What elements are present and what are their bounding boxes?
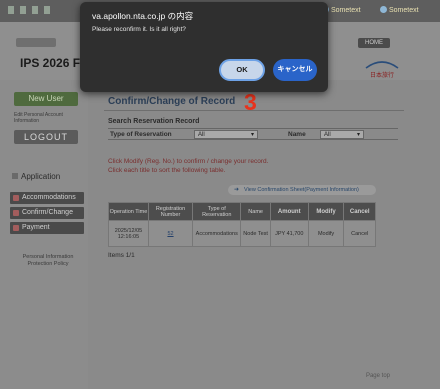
name-select[interactable]: All ▾ xyxy=(320,130,364,139)
cell-type: Accommodations xyxy=(192,220,242,247)
cancel-record-button[interactable]: Cancel xyxy=(343,220,376,247)
col-modify: Modify xyxy=(307,202,345,221)
top-link-2[interactable]: Sometext xyxy=(380,6,419,14)
header-small-button[interactable] xyxy=(16,38,56,47)
cell-registration-number[interactable]: 52 xyxy=(147,220,194,247)
col-cancel: Cancel xyxy=(343,202,376,221)
modify-button[interactable]: Modify xyxy=(307,220,345,247)
main-content: Confirm/Change of Record Search Reservat… xyxy=(94,80,440,389)
cell-name: Node Test xyxy=(240,220,271,247)
note-modify: Click Modify (Reg. No.) to confirm / cha… xyxy=(108,158,269,165)
sidebar xyxy=(0,80,88,389)
note-sort: Click each title to sort the following t… xyxy=(108,167,226,174)
search-filter-row: Type of Reservation All ▾ Name All ▾ xyxy=(108,128,398,140)
col-amount[interactable]: Amount xyxy=(269,202,309,221)
chevron-down-icon: ▾ xyxy=(356,132,360,138)
col-registration-number[interactable]: Registration Number xyxy=(147,202,194,221)
instructions: Click Modify (Reg. No.) to confirm / cha… xyxy=(108,157,268,175)
type-select[interactable]: All ▾ xyxy=(194,130,258,139)
sidebar-item-accommodations[interactable]: Accommodations xyxy=(10,192,84,204)
registration-number-link[interactable]: 52 xyxy=(167,231,173,237)
name-label: Name xyxy=(288,131,306,138)
type-label: Type of Reservation xyxy=(110,131,172,138)
col-type[interactable]: Type of Reservation xyxy=(192,202,242,221)
brand-stripes xyxy=(8,6,56,14)
sidebar-item-confirm-change[interactable]: Confirm/Change xyxy=(10,207,84,219)
company-logo-text: 日本旅行 xyxy=(370,71,394,79)
col-operation-time[interactable]: Operation Time xyxy=(108,202,149,221)
privacy-policy-link[interactable]: Personal Information Protection Policy xyxy=(12,254,84,268)
cell-operation-time: 2025/12/05 12:16:05 xyxy=(108,220,149,247)
search-section-title: Search Reservation Record xyxy=(108,118,200,125)
info-icon xyxy=(380,6,387,13)
chevron-down-icon: ▾ xyxy=(250,132,254,138)
dialog-message: Please reconfirm it. Is it all right? xyxy=(92,26,186,33)
table-row: 2025/12/05 12:16:05 52 Accommodations No… xyxy=(108,220,376,247)
edit-account-link[interactable]: Edit Personal Account Information xyxy=(14,112,78,124)
logout-button[interactable]: LOGOUT xyxy=(14,130,78,144)
sidebar-item-payment[interactable]: Payment xyxy=(10,222,84,234)
cancel-button[interactable]: キャンセル xyxy=(273,59,317,81)
confirm-dialog: va.apollon.nta.co.jp の内容 Please reconfir… xyxy=(80,2,328,92)
application-heading: Application xyxy=(12,172,60,181)
step-number-annotation: 3 xyxy=(244,89,257,115)
col-name[interactable]: Name xyxy=(240,202,271,221)
table-header-row: Operation Time Registration Number Type … xyxy=(108,202,376,221)
new-user-button[interactable]: New User xyxy=(14,92,78,106)
dialog-origin: va.apollon.nta.co.jp の内容 xyxy=(92,11,194,21)
items-count: Items 1/1 xyxy=(108,252,135,259)
view-confirmation-link[interactable]: View Confirmation Sheet(Payment Informat… xyxy=(228,185,376,195)
company-logo-icon: 日本旅行 xyxy=(365,61,399,79)
ok-button[interactable]: OK xyxy=(219,59,265,81)
home-button[interactable]: HOME xyxy=(358,38,390,48)
page-title: Confirm/Change of Record xyxy=(108,96,236,107)
page-top-link[interactable]: Page top xyxy=(366,373,390,379)
cell-amount: JPY 41,700 xyxy=(269,220,309,247)
records-table: Operation Time Registration Number Type … xyxy=(108,202,376,247)
